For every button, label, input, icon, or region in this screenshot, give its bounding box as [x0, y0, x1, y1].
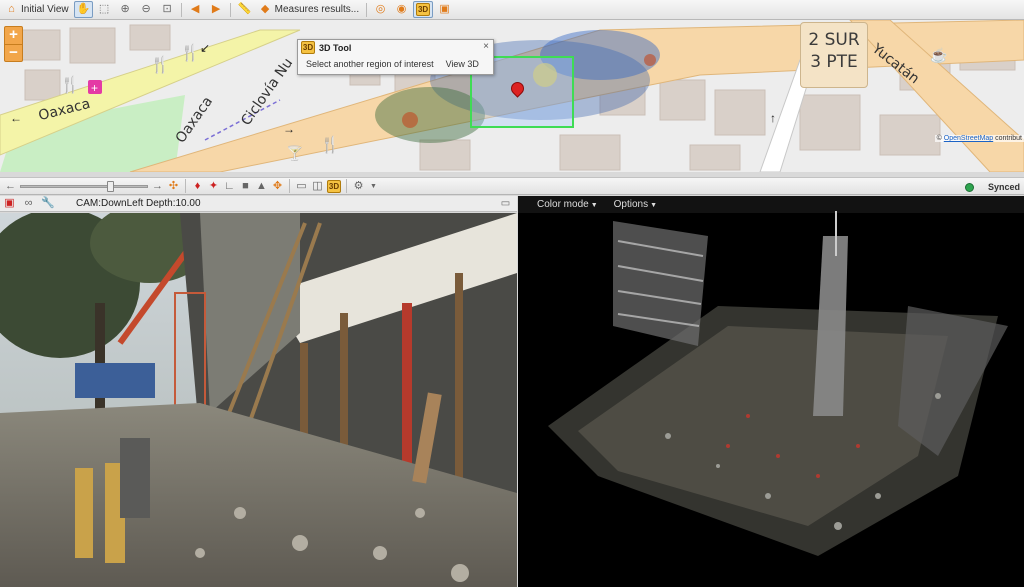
zoom-box-button[interactable]: ⬚: [95, 1, 114, 18]
toolbar-separator: [289, 179, 290, 193]
camera-header: ▣ ∞ 🔧 CAM:DownLeft Depth:10.00 ▭: [0, 196, 517, 212]
svg-text:←: ←: [10, 111, 22, 125]
step-forward-icon[interactable]: →: [151, 180, 164, 193]
main-toolbar: ⌂ Initial View ✋ ⬚ ⊕ ⊖ ⊡ ◀ ▶ 📏 ◆ Measure…: [0, 0, 1024, 20]
zoom-out-icon: ⊖: [141, 3, 151, 15]
wrench-icon[interactable]: 🔧: [41, 197, 55, 210]
height-icon[interactable]: ▲: [255, 180, 268, 193]
target-icon: ◉: [396, 3, 407, 15]
toolbar-separator: [185, 179, 186, 193]
toolbar-separator: [229, 2, 231, 17]
3d-tool-popup-body: Select another region of interest View 3…: [298, 55, 493, 69]
viewer-toolbar: ← → ✣ ♦ ✦ ∟ ■ ▲ ✥ ▭ ◫ 3D ⚙ ▼ Synced: [0, 177, 1024, 195]
transform-icon[interactable]: ✥: [271, 180, 284, 193]
3d-tool-popup: 3D 3D Tool × Select another region of in…: [297, 39, 494, 75]
3d-tool-button[interactable]: 3D: [413, 1, 434, 18]
intersection-sign-line2: 3 PTE: [810, 52, 858, 72]
measures-results-button[interactable]: ◆ Measures results...: [256, 1, 362, 18]
pan-tool-button[interactable]: ✋: [73, 1, 93, 18]
point-cloud-canvas: [548, 211, 1008, 556]
pin-icon[interactable]: ♦: [191, 180, 204, 193]
camera-image[interactable]: [0, 213, 517, 587]
svg-text:🍴: 🍴: [320, 135, 340, 154]
close-icon[interactable]: ×: [483, 41, 489, 52]
openstreetmap-link[interactable]: OpenStreetMap: [944, 135, 993, 142]
layout-single-icon[interactable]: ▭: [295, 180, 308, 193]
3d-badge-icon: 3D: [416, 3, 431, 16]
zoom-in-icon: ⊕: [120, 3, 130, 15]
measures-results-label: Measures results...: [274, 4, 360, 15]
measure-button[interactable]: 📏: [235, 1, 254, 18]
3d-view-toggle[interactable]: 3D: [327, 179, 341, 193]
svg-text:☕: ☕: [930, 46, 947, 64]
map-zoom-out-button[interactable]: −: [5, 44, 22, 61]
measures-icon: ◆: [260, 3, 270, 15]
slider-thumb[interactable]: [107, 181, 114, 192]
layout-split-icon[interactable]: ◫: [311, 180, 324, 193]
initial-view-button[interactable]: ⌂ Initial View: [2, 1, 72, 18]
svg-text:↙: ↙: [200, 41, 210, 55]
image-button[interactable]: ▣: [435, 1, 454, 18]
home-icon: ⌂: [8, 3, 15, 15]
ruler-icon: 📏: [237, 3, 252, 15]
zoom-out-button[interactable]: ⊖: [137, 1, 156, 18]
toolbar-separator: [346, 179, 347, 193]
point-cloud-view[interactable]: Color mode ▼ Options ▼: [518, 196, 1024, 587]
back-button[interactable]: ◀: [186, 1, 205, 18]
svg-text:🍴: 🍴: [180, 43, 200, 62]
intersection-sign: 2 SUR 3 PTE: [800, 22, 868, 88]
zoom-box-icon: ⬚: [98, 3, 110, 15]
attribution-prefix: ©: [936, 135, 944, 142]
target-button[interactable]: ◉: [392, 1, 411, 18]
arrow-left-icon: ◀: [190, 3, 200, 15]
3d-badge-icon: 3D: [301, 41, 315, 54]
3d-tool-popup-message: Select another region of interest: [306, 59, 434, 69]
toolbar-separator: [366, 2, 368, 17]
step-back-icon[interactable]: ←: [4, 180, 17, 193]
svg-text:🍴: 🍴: [60, 75, 80, 94]
full-extent-button[interactable]: ⊡: [158, 1, 177, 18]
svg-text:🍴: 🍴: [150, 55, 170, 74]
chevron-down-icon[interactable]: ▼: [370, 183, 377, 190]
svg-text:🍸: 🍸: [286, 144, 303, 162]
svg-text:↑: ↑: [770, 111, 776, 125]
intersection-sign-line1: 2 SUR: [808, 30, 860, 50]
timeline-slider[interactable]: [20, 180, 148, 192]
camera-label: CAM:DownLeft Depth:10.00: [76, 198, 201, 209]
arrow-right-icon: ▶: [211, 3, 221, 15]
camera-icon[interactable]: ▣: [3, 197, 16, 210]
measure-angle-icon[interactable]: ∟: [223, 180, 236, 193]
3d-tool-popup-header: 3D 3D Tool: [298, 40, 493, 55]
image-icon: ▣: [439, 3, 450, 15]
map-zoom-in-button[interactable]: +: [5, 27, 22, 44]
map-attribution: © OpenStreetMap contribut: [934, 135, 1024, 142]
forward-button[interactable]: ▶: [207, 1, 226, 18]
slider-track: [20, 185, 148, 188]
pin-add-icon[interactable]: ✦: [207, 180, 220, 193]
sync-status-label: Synced: [987, 182, 1020, 192]
initial-view-label: Initial View: [21, 4, 69, 15]
globe-button[interactable]: ◎: [371, 1, 390, 18]
3d-tool-popup-title: 3D Tool: [319, 42, 352, 53]
hand-icon: ✋: [76, 3, 91, 15]
attribution-suffix: contribut: [993, 135, 1022, 142]
svg-text:+: +: [91, 81, 98, 95]
sync-status: Synced: [964, 178, 1020, 196]
svg-text:→: →: [283, 122, 295, 136]
crosshair-icon[interactable]: ✣: [167, 180, 180, 193]
street-photo: [0, 213, 517, 587]
map-view[interactable]: ← ↑ ↙ → 🍴 🍴 🍴 🍴 🍸 ☕ + Oaxaca Oaxaca Cicl…: [0, 20, 1024, 172]
view-3d-link[interactable]: View 3D: [446, 59, 479, 69]
sync-status-icon: [964, 182, 974, 192]
zoom-control: + −: [4, 26, 23, 62]
settings-gear-icon[interactable]: ⚙: [352, 180, 365, 193]
toolbar-separator: [180, 2, 182, 17]
area-icon[interactable]: ■: [239, 180, 252, 193]
zoom-in-button[interactable]: ⊕: [116, 1, 135, 18]
binoculars-icon[interactable]: ∞: [22, 197, 35, 210]
globe-icon: ◎: [375, 3, 386, 15]
monitor-icon[interactable]: ▭: [499, 197, 512, 210]
full-extent-icon: ⊡: [162, 3, 172, 15]
